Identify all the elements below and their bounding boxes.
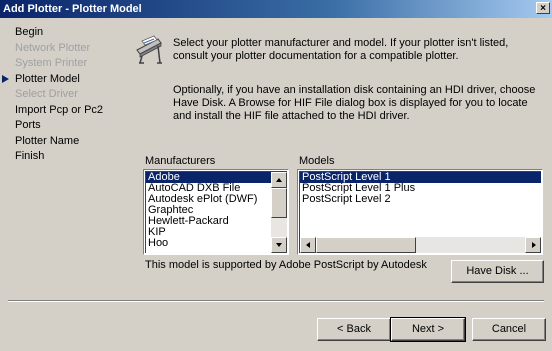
step-label: Plotter Name <box>15 134 80 147</box>
title-bar: Add Plotter - Plotter Model × <box>0 0 552 18</box>
step-label: Plotter Model <box>15 72 80 85</box>
list-item[interactable]: Hoo <box>146 238 287 249</box>
models-list[interactable]: PostScript Level 1 PostScript Level 1 Pl… <box>297 169 543 255</box>
models-scrollbar[interactable] <box>300 237 541 253</box>
step-label: Ports <box>15 119 41 131</box>
back-button[interactable]: < Back <box>317 318 391 341</box>
disk-note-text: Optionally, if you have an installation … <box>173 84 536 122</box>
close-button[interactable]: × <box>536 2 550 14</box>
scroll-thumb[interactable] <box>271 188 287 218</box>
support-text: This model is supported by Adobe PostScr… <box>145 259 427 271</box>
step-begin: Begin <box>12 25 137 41</box>
models-label: Models <box>299 155 335 167</box>
manufacturers-list[interactable]: Adobe AutoCAD DXB File Autodesk ePlot (D… <box>143 169 289 255</box>
step-label: Finish <box>15 150 45 162</box>
step-system-printer: System Printer <box>12 56 137 72</box>
step-plotter-name: Plotter Name <box>12 134 137 150</box>
scroll-right-button[interactable] <box>525 237 541 253</box>
arrow-left-icon <box>306 242 310 248</box>
manufacturers-scrollbar[interactable] <box>271 172 287 253</box>
step-label: Select Driver <box>15 88 78 100</box>
arrow-up-icon <box>276 178 282 182</box>
list-item[interactable]: Hewlett-Packard <box>146 216 287 227</box>
step-ports: Ports <box>12 118 137 134</box>
list-item[interactable]: PostScript Level 2 <box>300 194 541 205</box>
have-disk-button[interactable]: Have Disk ... <box>451 260 544 283</box>
next-button[interactable]: Next > <box>390 317 466 342</box>
scroll-down-button[interactable] <box>271 237 287 253</box>
scroll-left-button[interactable] <box>300 237 316 253</box>
divider <box>8 300 544 302</box>
arrow-right-icon <box>2 74 9 83</box>
plotter-icon <box>136 35 162 64</box>
scroll-thumb[interactable] <box>316 237 416 253</box>
step-label: Import Pcp or Pc2 <box>15 103 104 116</box>
arrow-down-icon <box>276 243 282 247</box>
step-label: System Printer <box>15 57 88 69</box>
step-network-plotter: Network Plotter <box>12 41 137 57</box>
step-finish: Finish <box>12 149 137 165</box>
window-title: Add Plotter - Plotter Model <box>3 3 142 15</box>
step-select-driver: Select Driver <box>12 87 137 103</box>
intro-text: Select your plotter manufacturer and mod… <box>173 37 509 62</box>
arrow-right-icon <box>532 242 536 248</box>
cancel-button[interactable]: Cancel <box>472 318 546 341</box>
scroll-up-button[interactable] <box>271 172 287 188</box>
step-label: Begin <box>15 26 44 38</box>
step-plotter-model: Plotter Model <box>2 72 137 88</box>
wizard-steps: Begin Network Plotter System Printer Plo… <box>2 25 137 165</box>
step-import-pcp: Import Pcp or Pc2 <box>12 103 137 119</box>
manufacturers-label: Manufacturers <box>145 155 216 167</box>
step-label: Network Plotter <box>15 41 91 54</box>
